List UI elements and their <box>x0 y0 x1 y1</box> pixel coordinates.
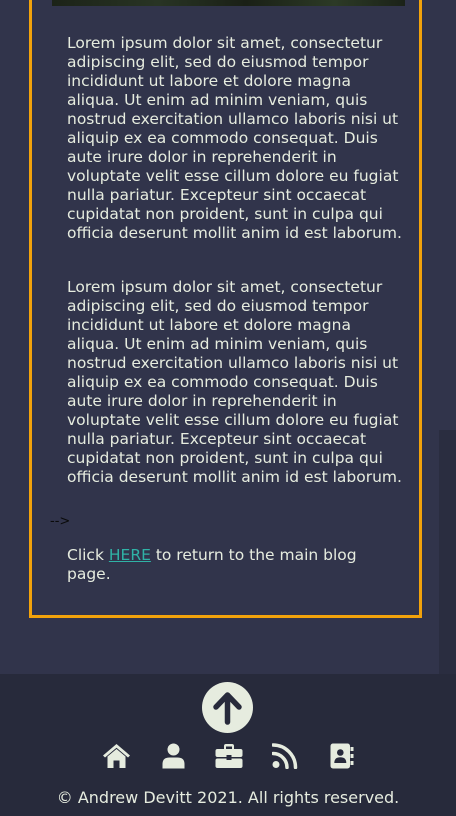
blog-post-card: Lorem ipsum dolor sit amet, consectetur … <box>29 0 422 618</box>
return-line: Click HERE to return to the main blog pa… <box>67 546 402 584</box>
copyright-text: © Andrew Devitt 2021. All rights reserve… <box>56 788 400 807</box>
briefcase-icon[interactable] <box>215 743 243 769</box>
address-book-icon[interactable] <box>330 743 354 769</box>
post-image <box>52 0 405 6</box>
arrow-up-icon <box>213 692 242 725</box>
stray-comment-text: --> <box>50 514 71 529</box>
back-to-top-button[interactable] <box>202 682 253 733</box>
post-paragraph-2: Lorem ipsum dolor sit amet, consectetur … <box>67 278 402 486</box>
post-paragraph-1: Lorem ipsum dolor sit amet, consectetur … <box>67 34 402 242</box>
footer: © Andrew Devitt 2021. All rights reserve… <box>0 674 456 816</box>
return-to-blog-link[interactable]: HERE <box>109 546 151 564</box>
home-icon[interactable] <box>102 743 131 769</box>
return-prefix: Click <box>67 546 109 564</box>
user-icon[interactable] <box>162 743 185 769</box>
rss-icon[interactable] <box>272 743 300 769</box>
